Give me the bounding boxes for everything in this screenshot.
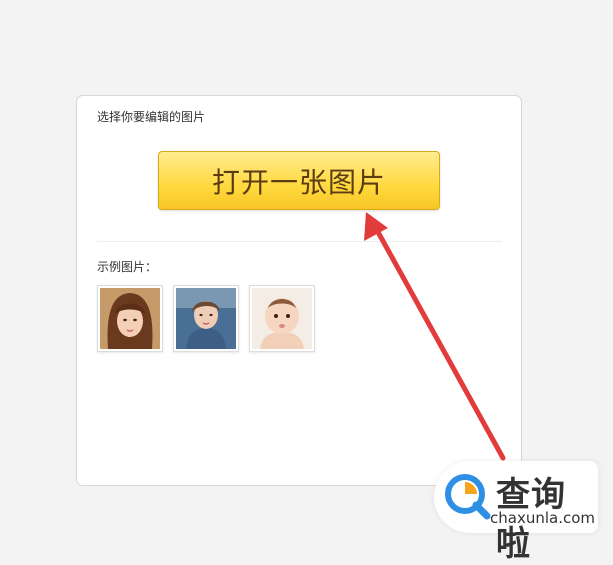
- example-photo-woman-denim: [176, 288, 236, 349]
- example-thumbnail-1[interactable]: [97, 285, 163, 352]
- open-image-button-label: 打开一张图片: [211, 165, 386, 199]
- open-image-button[interactable]: 打开一张图片: [158, 151, 440, 210]
- watermark-url: chaxunla.com: [490, 509, 595, 527]
- example-thumbnail-2[interactable]: [173, 285, 239, 352]
- example-photo-woman-bangs: [100, 288, 160, 349]
- image-select-panel: 选择你要编辑的图片 打开一张图片 示例图片：: [76, 95, 522, 486]
- example-thumbnails: [97, 285, 315, 352]
- magnifier-logo-icon: [445, 474, 491, 520]
- examples-label: 示例图片：: [97, 260, 158, 274]
- example-thumbnail-3[interactable]: [249, 285, 315, 352]
- divider: [97, 241, 502, 242]
- panel-title: 选择你要编辑的图片: [97, 110, 206, 124]
- example-photo-baby: [252, 288, 312, 349]
- watermark: 查询啦 chaxunla.com: [434, 461, 598, 564]
